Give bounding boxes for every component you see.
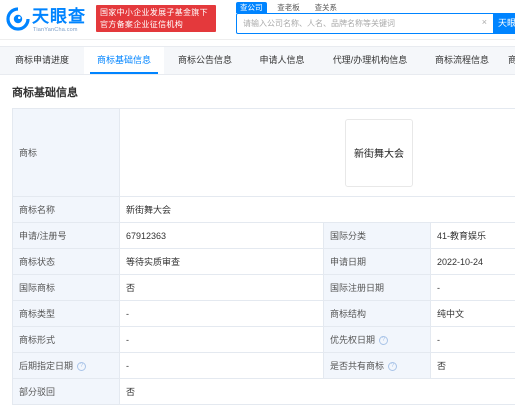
value-apply-date: 2022-10-24	[430, 248, 515, 275]
label-apply-date: 申请日期	[323, 248, 431, 275]
label-priority-date: 优先权日期?	[323, 326, 431, 353]
label-priority-date-text: 优先权日期	[330, 335, 376, 345]
search-input[interactable]	[237, 14, 475, 32]
label-reg-number: 申请/注册号	[12, 222, 120, 249]
label-intl-trademark: 国际商标	[12, 274, 120, 301]
question-circle-icon[interactable]: ?	[388, 362, 398, 372]
table-row: 后期指定日期? - 是否共有商标? 否	[12, 352, 515, 379]
table-row: 商标 新街舞大会	[12, 108, 515, 197]
banner-line-1: 国家中小企业发展子基金旗下	[100, 8, 208, 17]
section-title: 商标基础信息	[12, 87, 78, 99]
search-tab-boss[interactable]: 查老板	[273, 2, 304, 13]
detail-tabs: 商标申请进度 商标基础信息 商标公告信息 申请人信息 代理/办理机构信息 商标流…	[0, 46, 515, 75]
site-logo[interactable]: 天眼查 TianYanCha.com	[6, 6, 92, 34]
search-tab-relation[interactable]: 查关系	[311, 2, 342, 13]
trademark-image-cell: 新街舞大会	[119, 108, 515, 197]
trademark-image[interactable]: 新街舞大会	[345, 118, 413, 187]
trademark-info-table: 商标 新街舞大会 商标名称 新街舞大会 申请/注册号 67912363 国际分类…	[12, 108, 515, 405]
logo-text: 天眼查	[32, 7, 86, 26]
label-partial-rejection: 部分驳回	[12, 378, 120, 405]
value-intl-trademark: 否	[119, 274, 324, 301]
label-later-designation-date: 后期指定日期?	[12, 352, 120, 379]
label-shared-trademark-text: 是否共有商标	[330, 361, 385, 371]
value-later-designation-date: -	[119, 352, 324, 379]
value-trademark-type: -	[119, 300, 324, 327]
close-icon[interactable]: ×	[482, 17, 487, 27]
table-row: 部分驳回 否	[12, 378, 515, 405]
label-trademark-type: 商标类型	[12, 300, 120, 327]
label-later-designation-date-text: 后期指定日期	[19, 361, 74, 371]
table-row: 商标名称 新街舞大会	[12, 196, 515, 223]
value-status: 等待实质审查	[119, 248, 324, 275]
label-trademark: 商标	[12, 108, 120, 197]
tab-announcement-info[interactable]: 商标公告信息	[164, 47, 246, 74]
banner-line-2: 官方备案企业征信机构	[100, 19, 183, 29]
tianyancha-logo-icon	[6, 7, 30, 31]
table-row: 商标状态 等待实质审查 申请日期 2022-10-24	[12, 248, 515, 275]
table-row: 商标类型 - 商标结构 纯中文	[12, 300, 515, 327]
value-reg-number: 67912363	[119, 222, 324, 249]
label-trademark-form: 商标形式	[12, 326, 120, 353]
value-trademark-form: -	[119, 326, 324, 353]
label-intl-reg-date: 国际注册日期	[323, 274, 431, 301]
tab-application-progress[interactable]: 商标申请进度	[0, 47, 84, 74]
search-type-tabs: 查公司 查老板 查关系	[236, 2, 345, 13]
value-trademark-structure: 纯中文	[430, 300, 515, 327]
credential-banner[interactable]: 国家中小企业发展子基金旗下 官方备案企业征信机构	[96, 5, 216, 32]
value-priority-date: -	[430, 326, 515, 353]
search-box: ×	[236, 13, 494, 34]
question-circle-icon[interactable]: ?	[77, 362, 87, 372]
value-trademark-name: 新街舞大会	[119, 196, 515, 223]
label-intl-class: 国际分类	[323, 222, 431, 249]
tab-agency-info[interactable]: 代理/办理机构信息	[318, 47, 422, 74]
table-row: 国际商标 否 国际注册日期 -	[12, 274, 515, 301]
question-circle-icon[interactable]: ?	[379, 336, 389, 346]
tab-basic-info[interactable]: 商标基础信息	[84, 47, 164, 74]
trademark-image-text: 新街舞大会	[354, 149, 404, 160]
label-trademark-name: 商标名称	[12, 196, 120, 223]
tab-applicant-info[interactable]: 申请人信息	[246, 47, 318, 74]
tab-process-info[interactable]: 商标流程信息	[422, 47, 502, 74]
logo-subtext: TianYanCha.com	[33, 27, 78, 33]
tab-more[interactable]: 商	[502, 47, 515, 74]
label-status: 商标状态	[12, 248, 120, 275]
search-button[interactable]: 天眼	[494, 13, 515, 34]
value-shared-trademark: 否	[430, 352, 515, 379]
value-intl-class: 41-教育娱乐	[430, 222, 515, 249]
search-tab-company[interactable]: 查公司	[236, 2, 267, 13]
table-row: 申请/注册号 67912363 国际分类 41-教育娱乐	[12, 222, 515, 249]
label-shared-trademark: 是否共有商标?	[323, 352, 431, 379]
label-trademark-structure: 商标结构	[323, 300, 431, 327]
top-header: 天眼查 TianYanCha.com 国家中小企业发展子基金旗下 官方备案企业征…	[0, 0, 515, 40]
table-row: 商标形式 - 优先权日期? -	[12, 326, 515, 353]
value-partial-rejection: 否	[119, 378, 515, 405]
value-intl-reg-date: -	[430, 274, 515, 301]
